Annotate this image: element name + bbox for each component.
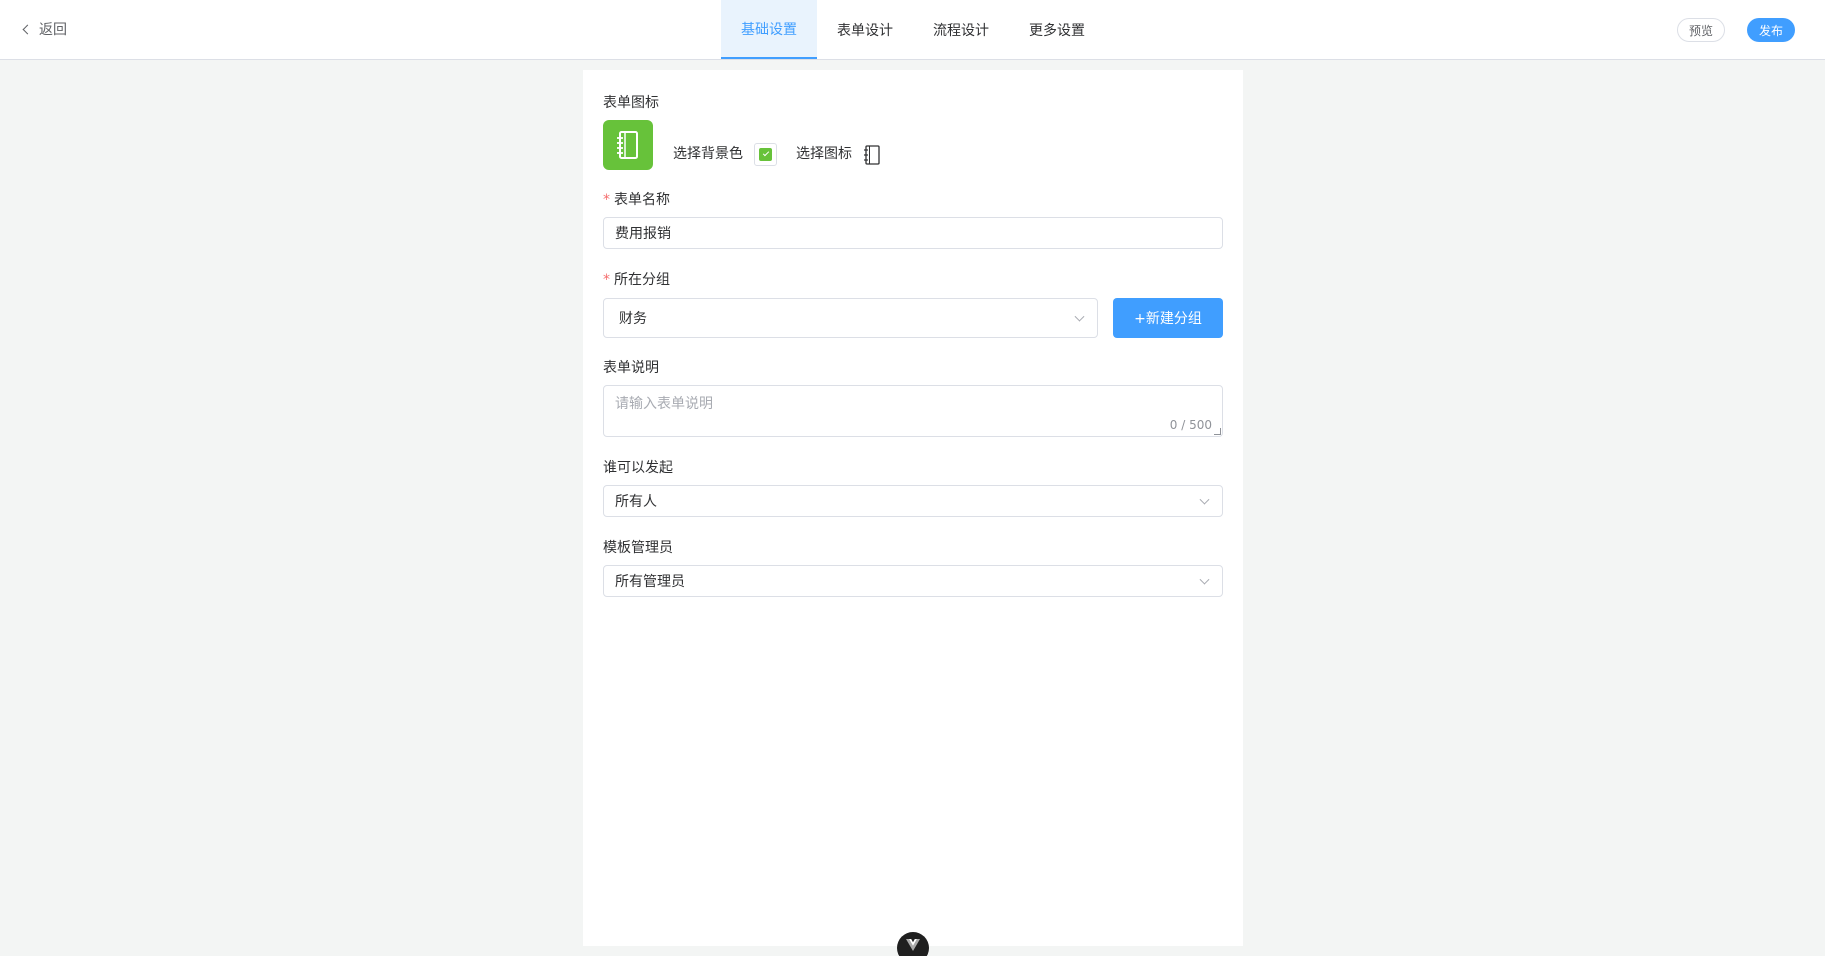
resize-handle[interactable] [1214,428,1221,435]
chevron-down-icon [1074,311,1085,322]
back-label: 返回 [39,22,67,38]
tab-label: 流程设计 [933,22,989,39]
form-settings-card: 表单图标 选择背景色 选择图标 * 表单名称 费用报销 * 所在分组 财务 +新建分… [583,70,1243,946]
notebook-icon[interactable] [863,145,881,165]
admin-select[interactable]: 所有管理员 [603,565,1223,597]
description-textarea[interactable]: 请输入表单说明 0 / 500 [603,385,1223,437]
icon-section-label: 表单图标 [603,95,659,111]
description-label: 表单说明 [603,360,659,376]
tab-label: 更多设置 [1029,22,1085,39]
choose-icon-label: 选择图标 [796,146,852,162]
preview-button[interactable]: 预览 [1677,18,1725,42]
vue-logo-icon [906,939,920,951]
vue-devtools-icon[interactable] [897,932,929,956]
form-name-label: * 表单名称 [603,189,670,209]
char-counter: 0 / 500 [1169,418,1212,432]
initiator-select[interactable]: 所有人 [603,485,1223,517]
check-icon [759,148,772,161]
tab-bar: 基础设置 表单设计 流程设计 更多设置 [721,0,1105,59]
admin-value: 所有管理员 [615,574,685,590]
group-select[interactable]: 财务 [603,298,1098,338]
form-name-label-text: 表单名称 [614,192,670,208]
choose-bg-label: 选择背景色 [673,146,743,162]
form-name-value: 费用报销 [615,226,671,242]
required-asterisk: * [603,272,610,288]
form-name-input[interactable]: 费用报销 [603,217,1223,249]
chevron-down-icon [1199,574,1210,585]
chevron-left-icon [22,24,33,34]
group-value: 财务 [619,311,647,327]
notebook-icon [617,131,638,159]
form-icon-preview [603,120,653,170]
new-group-button[interactable]: +新建分组 [1113,298,1223,338]
admin-label: 模板管理员 [603,540,673,556]
tab-basic-settings[interactable]: 基础设置 [721,0,817,59]
tab-more-settings[interactable]: 更多设置 [1009,0,1105,59]
initiator-value: 所有人 [615,494,657,510]
publish-button[interactable]: 发布 [1747,18,1795,42]
back-button[interactable]: 返回 [22,19,67,39]
group-label-text: 所在分组 [614,272,670,288]
bg-color-picker[interactable] [754,143,777,166]
tab-process-design[interactable]: 流程设计 [913,0,1009,59]
tab-label: 表单设计 [837,22,893,39]
initiator-label: 谁可以发起 [603,460,673,476]
group-label: * 所在分组 [603,269,670,289]
chevron-down-icon [1199,494,1210,505]
description-placeholder: 请输入表单说明 [615,396,713,412]
required-asterisk: * [603,192,610,208]
tab-label: 基础设置 [741,21,797,38]
top-header: 返回 基础设置 表单设计 流程设计 更多设置 预览 发布 [0,0,1825,60]
tab-form-design[interactable]: 表单设计 [817,0,913,59]
